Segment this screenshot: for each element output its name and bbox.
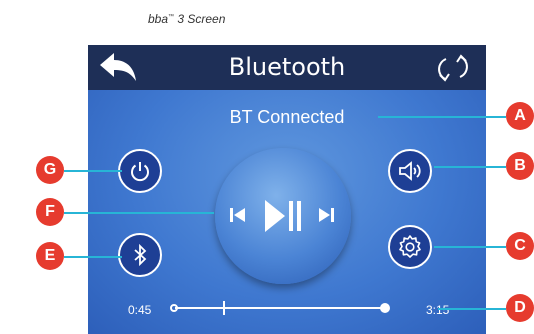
next-track-button[interactable] [317, 205, 335, 225]
previous-track-button[interactable] [229, 205, 247, 225]
title-bar: Bluetooth [88, 45, 486, 90]
progress-end-knob[interactable] [380, 303, 390, 313]
bluetooth-icon [134, 243, 147, 267]
callout-c-badge: C [506, 232, 534, 260]
bluetooth-screen: Bluetooth BT Connected 0:45 3:15 [88, 45, 486, 334]
callout-d-leader [438, 308, 506, 310]
skip-previous-icon [230, 208, 245, 222]
callout-a-leader [378, 116, 506, 118]
refresh-button[interactable] [436, 53, 470, 83]
skip-next-icon [319, 208, 334, 222]
screen-title: Bluetooth [228, 53, 346, 81]
play-pause-icon [265, 200, 301, 232]
callout-a-badge: A [506, 102, 534, 130]
power-button[interactable] [118, 149, 162, 193]
bluetooth-button[interactable] [118, 233, 162, 277]
settings-button[interactable] [388, 225, 432, 269]
callout-d-badge: D [506, 294, 534, 322]
callout-g-badge: G [36, 156, 64, 184]
caption-brand: bba [148, 12, 169, 26]
playback-control-disc [215, 148, 351, 284]
callout-b-leader [434, 166, 506, 168]
elapsed-time: 0:45 [128, 303, 152, 317]
power-icon [131, 162, 149, 182]
callout-g-leader [64, 170, 122, 172]
total-time: 3:15 [426, 303, 450, 317]
callout-b-badge: B [506, 152, 534, 180]
callout-e-badge: E [36, 242, 64, 270]
document-caption: bba™ 3 Screen [148, 12, 225, 26]
callout-f-leader [64, 212, 214, 214]
gear-icon [399, 235, 421, 258]
callout-e-leader [64, 256, 122, 258]
speaker-volume-icon [399, 161, 421, 181]
caption-rest: 3 Screen [174, 12, 226, 26]
callout-c-leader [434, 246, 506, 248]
progress-start-marker [170, 304, 178, 312]
volume-button[interactable] [388, 149, 432, 193]
play-pause-button[interactable] [263, 196, 307, 236]
progress-slider[interactable] [170, 301, 390, 315]
refresh-icon [438, 54, 468, 82]
progress-track [175, 307, 385, 309]
callout-f-badge: F [36, 198, 64, 226]
progress-position-marker[interactable] [223, 301, 226, 315]
